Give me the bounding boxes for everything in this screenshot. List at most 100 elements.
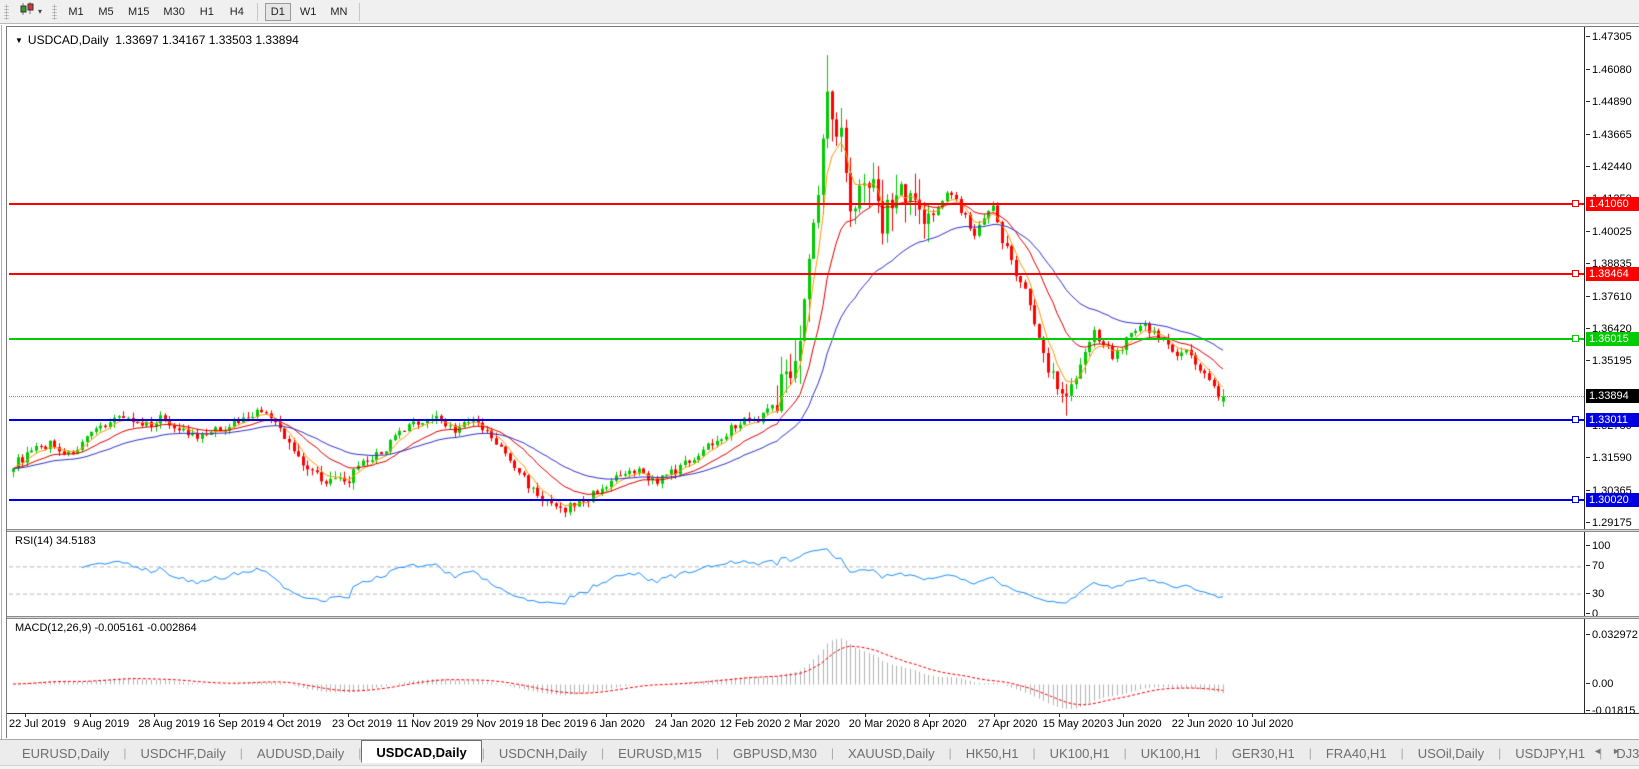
rsi-tick-label: 30 bbox=[1592, 588, 1604, 600]
macd-axis[interactable]: 0.0329720.00-0.01815 bbox=[1584, 619, 1639, 713]
chart-tab-usdjpy-h1[interactable]: USDJPY,H1 bbox=[1501, 744, 1599, 763]
candlestick-chart-icon bbox=[19, 2, 35, 21]
tab-scroll-right-icon[interactable]: ► bbox=[1612, 746, 1631, 756]
timeframe-button-d1[interactable]: D1 bbox=[265, 3, 291, 21]
chart-title: ▼ USDCAD,Daily 1.33697 1.34167 1.33503 1.… bbox=[15, 33, 299, 47]
date-tick-label: 10 Jul 2020 bbox=[1236, 718, 1293, 730]
chart-tab-usoil-daily[interactable]: USOil,Daily bbox=[1404, 744, 1498, 763]
tab-scroll-buttons: ◄► bbox=[1593, 746, 1631, 756]
chart-tab-usdcad-daily[interactable]: USDCAD,Daily bbox=[361, 740, 481, 763]
chart-tab-fra40-h1[interactable]: FRA40,H1 bbox=[1312, 744, 1401, 763]
chart-dropdown-icon[interactable]: ▼ bbox=[15, 36, 23, 45]
chart-tab-hk50-h1[interactable]: HK50,H1 bbox=[952, 744, 1033, 763]
macd-pane-canvas[interactable] bbox=[9, 619, 1584, 713]
tab-bar-strip bbox=[0, 765, 1639, 769]
timeframe-button-h1[interactable]: H1 bbox=[194, 3, 220, 21]
date-tick-label: 24 Jan 2020 bbox=[655, 718, 716, 730]
price-plot-overlay bbox=[9, 27, 1584, 529]
time-axis[interactable]: 22 Jul 2019 9 Aug 2019 28 Aug 201916 Sep 2… bbox=[7, 714, 1639, 738]
date-tick-label: 20 Mar 2020 bbox=[849, 718, 911, 730]
rsi-pane-canvas[interactable] bbox=[9, 532, 1584, 616]
date-tick-label: 2 Mar 2020 bbox=[784, 718, 840, 730]
chart-window: ▼ USDCAD,Daily 1.33697 1.34167 1.33503 1.… bbox=[6, 26, 1639, 738]
chart-tab-ger30-h1[interactable]: GER30,H1 bbox=[1218, 744, 1309, 763]
level-line[interactable] bbox=[9, 338, 1584, 340]
window-left-edge bbox=[1, 25, 2, 768]
toolbar-grip[interactable] bbox=[4, 4, 9, 20]
price-tick-label: 1.43665 bbox=[1592, 129, 1632, 141]
tab-scroll-left-icon[interactable]: ◄ bbox=[1593, 746, 1612, 756]
date-tick-label: 9 Aug 2019 bbox=[74, 718, 130, 730]
chart-symbol: USDCAD,Daily bbox=[28, 33, 109, 47]
support-line[interactable] bbox=[9, 419, 1584, 421]
top-toolbar: ▾ M1M5M15M30 H1H4 D1W1MN bbox=[0, 0, 1639, 24]
chart-tabs: EURUSD,Daily|USDCHF,Daily|AUDUSD,Daily|U… bbox=[8, 742, 1639, 764]
date-tick-label: 22 Jul 2019 bbox=[9, 718, 66, 730]
date-tick-label: 15 May 2020 bbox=[1043, 718, 1107, 730]
timeframe-button-h4[interactable]: H4 bbox=[224, 3, 250, 21]
price-tick-label: 1.42440 bbox=[1592, 161, 1632, 173]
date-tick-label: 23 Oct 2019 bbox=[332, 718, 392, 730]
rsi-indicator-label: RSI(14) 34.5183 bbox=[15, 535, 96, 547]
chart-tab-uk100-h1[interactable]: UK100,H1 bbox=[1036, 744, 1124, 763]
date-tick-label: 22 Jun 2020 bbox=[1172, 718, 1233, 730]
chart-tab-xauusd-daily[interactable]: XAUUSD,Daily bbox=[834, 744, 949, 763]
date-tick-label: 3 Jun 2020 bbox=[1107, 718, 1161, 730]
chart-tab-uk100-h1[interactable]: UK100,H1 bbox=[1127, 744, 1215, 763]
macd-tick-label: 0.00 bbox=[1592, 678, 1613, 690]
macd-tick-label: -0.01815 bbox=[1592, 705, 1635, 717]
time-axis-line bbox=[7, 713, 1639, 714]
toolbar-separator bbox=[257, 3, 258, 21]
timeframe-button-m15[interactable]: M15 bbox=[123, 3, 154, 21]
rsi-axis[interactable]: 10070300 bbox=[1584, 532, 1639, 616]
date-tick-label: 8 Apr 2020 bbox=[913, 718, 966, 730]
chart-ohlc-values: 1.33697 1.34167 1.33503 1.33894 bbox=[115, 33, 299, 47]
chart-tab-eurusd-m15[interactable]: EURUSD,M15 bbox=[604, 744, 716, 763]
line-drag-handle-icon[interactable] bbox=[1572, 270, 1579, 277]
line-price-label: 1.30020 bbox=[1586, 493, 1639, 507]
line-drag-handle-icon[interactable] bbox=[1572, 496, 1579, 503]
current-price-line bbox=[9, 396, 1584, 397]
line-drag-handle-icon[interactable] bbox=[1572, 416, 1579, 423]
line-drag-handle-icon[interactable] bbox=[1572, 335, 1579, 342]
price-tick-label: 1.37610 bbox=[1592, 291, 1632, 303]
rsi-tick-label: 70 bbox=[1592, 560, 1604, 572]
resistance-line[interactable] bbox=[9, 203, 1584, 205]
line-price-label: 1.33011 bbox=[1586, 413, 1639, 427]
chart-tab-usdchf-daily[interactable]: USDCHF,Daily bbox=[127, 744, 240, 763]
chevron-down-icon: ▾ bbox=[38, 7, 42, 16]
chart-type-button[interactable]: ▾ bbox=[14, 2, 47, 22]
timeframe-button-mn[interactable]: MN bbox=[325, 3, 352, 21]
timeframe-button-w1[interactable]: W1 bbox=[295, 3, 322, 21]
price-tick-label: 1.44890 bbox=[1592, 96, 1632, 108]
date-tick-label: 11 Nov 2019 bbox=[397, 718, 459, 730]
current-price-label: 1.33894 bbox=[1586, 389, 1639, 403]
line-drag-handle-icon[interactable] bbox=[1572, 200, 1579, 207]
pane-splitter[interactable] bbox=[7, 616, 1639, 619]
date-tick-label: 6 Jan 2020 bbox=[590, 718, 644, 730]
price-axis[interactable]: 1.473051.460801.448901.436651.424401.412… bbox=[1584, 27, 1639, 529]
toolbar-grip[interactable] bbox=[52, 4, 57, 20]
timeframe-button-m5[interactable]: M5 bbox=[93, 3, 119, 21]
rsi-tick-label: 100 bbox=[1592, 540, 1610, 552]
date-tick-label: 16 Sep 2019 bbox=[203, 718, 265, 730]
timeframe-button-m1[interactable]: M1 bbox=[63, 3, 89, 21]
price-tick-label: 1.46080 bbox=[1592, 64, 1632, 76]
line-price-label: 1.36015 bbox=[1586, 332, 1639, 346]
date-tick-label: 28 Aug 2019 bbox=[138, 718, 200, 730]
chart-tab-eurusd-daily[interactable]: EURUSD,Daily bbox=[8, 744, 123, 763]
resistance-line[interactable] bbox=[9, 273, 1584, 275]
chart-tab-audusd-daily[interactable]: AUDUSD,Daily bbox=[243, 744, 358, 763]
macd-tick-label: 0.032972 bbox=[1592, 629, 1638, 641]
price-tick-label: 1.35195 bbox=[1592, 355, 1632, 367]
date-tick-label: 4 Oct 2019 bbox=[267, 718, 321, 730]
pane-splitter[interactable] bbox=[7, 529, 1639, 532]
line-price-label: 1.38464 bbox=[1586, 267, 1639, 281]
price-tick-label: 1.31590 bbox=[1592, 452, 1632, 464]
chart-tab-usdcnh-daily[interactable]: USDCNH,Daily bbox=[485, 744, 601, 763]
price-tick-label: 1.29175 bbox=[1592, 517, 1632, 529]
support-line[interactable] bbox=[9, 499, 1584, 501]
timeframe-toolbar: M1M5M15M30 H1H4 D1W1MN bbox=[61, 3, 354, 21]
timeframe-button-m30[interactable]: M30 bbox=[158, 3, 189, 21]
chart-tab-gbpusd-m30[interactable]: GBPUSD,M30 bbox=[719, 744, 831, 763]
